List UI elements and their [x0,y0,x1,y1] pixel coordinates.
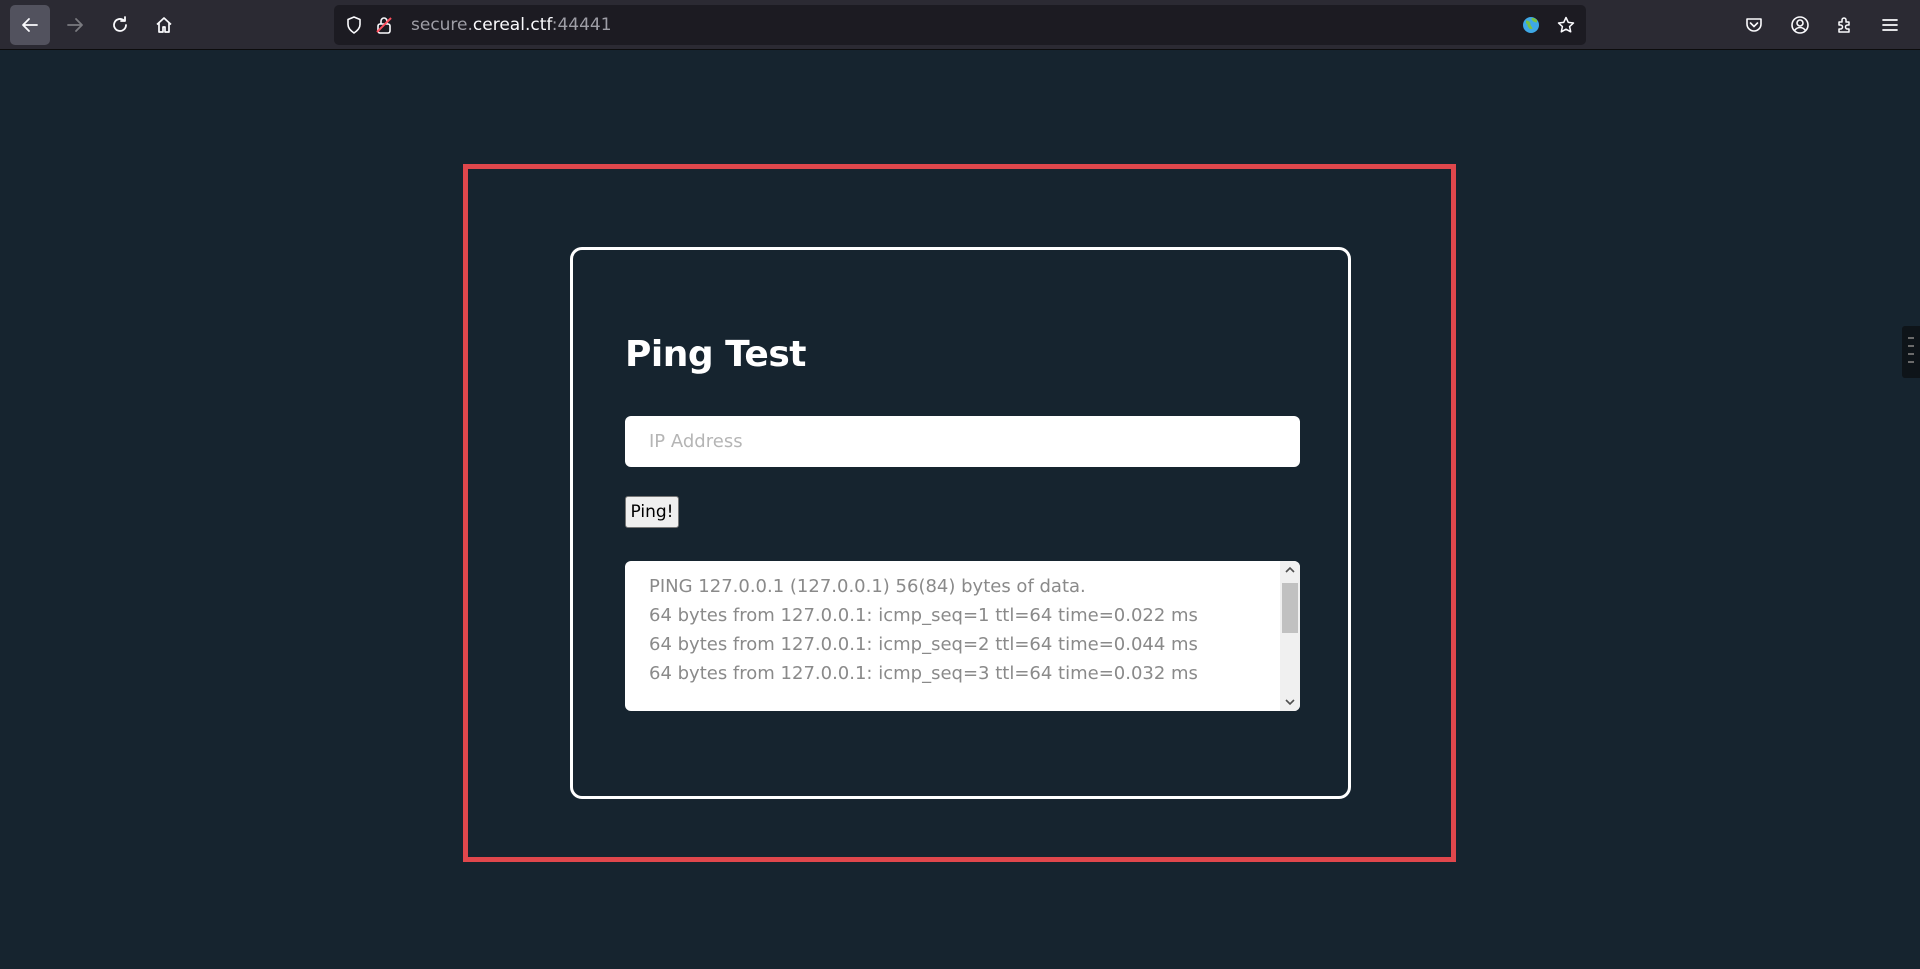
url-port: :44441 [551,15,612,35]
browser-toolbar: secure.cereal.ctf:44441 [0,0,1920,50]
output-line: 64 bytes from 127.0.0.1: icmp_seq=2 ttl=… [649,634,1198,655]
url-host: cereal.ctf [472,15,552,35]
grip-icon [1908,337,1914,363]
reload-icon [113,16,127,32]
extensions-icon [1838,17,1850,33]
ping-button[interactable]: Ping! [625,496,679,528]
extensions-button[interactable] [1825,5,1865,45]
url-text[interactable]: secure.cereal.ctf:44441 [411,5,612,45]
ip-address-input[interactable] [625,416,1300,467]
scroll-up-arrow-icon[interactable] [1284,564,1296,576]
side-panel-tab[interactable] [1902,326,1920,378]
url-prefix: secure. [411,15,473,35]
forward-arrow-icon [67,18,83,32]
account-icon [1791,16,1809,34]
ping-output-lines: PING 127.0.0.1 (127.0.0.1) 56(84) bytes … [649,572,1198,688]
url-bar[interactable]: secure.cereal.ctf:44441 [334,5,1586,45]
ping-output[interactable]: PING 127.0.0.1 (127.0.0.1) 56(84) bytes … [625,561,1300,711]
ping-card: Ping Test Ping! PING 127.0.0.1 (127.0.0.… [570,247,1351,799]
output-line: 64 bytes from 127.0.0.1: icmp_seq=3 ttl=… [649,663,1198,684]
output-line: PING 127.0.0.1 (127.0.0.1) 56(84) bytes … [649,576,1086,597]
scroll-thumb[interactable] [1282,583,1298,633]
account-button[interactable] [1780,5,1820,45]
output-line: 64 bytes from 127.0.0.1: icmp_seq=1 ttl=… [649,605,1198,626]
star-icon[interactable] [1556,15,1576,35]
back-arrow-icon [22,18,38,32]
home-button[interactable] [144,5,184,45]
insecure-lock-icon[interactable] [374,15,394,35]
page-title: Ping Test [625,334,806,375]
home-icon [156,17,172,33]
scroll-down-arrow-icon[interactable] [1284,696,1296,708]
globe-icon[interactable] [1521,15,1541,35]
menu-icon [1882,19,1898,31]
back-button[interactable] [10,5,50,45]
shield-icon[interactable] [344,15,364,35]
reload-button[interactable] [100,5,140,45]
pocket-button[interactable] [1734,5,1774,45]
pocket-icon [1746,18,1762,32]
forward-button[interactable] [55,5,95,45]
menu-button[interactable] [1870,5,1910,45]
output-scrollbar[interactable] [1280,561,1300,711]
